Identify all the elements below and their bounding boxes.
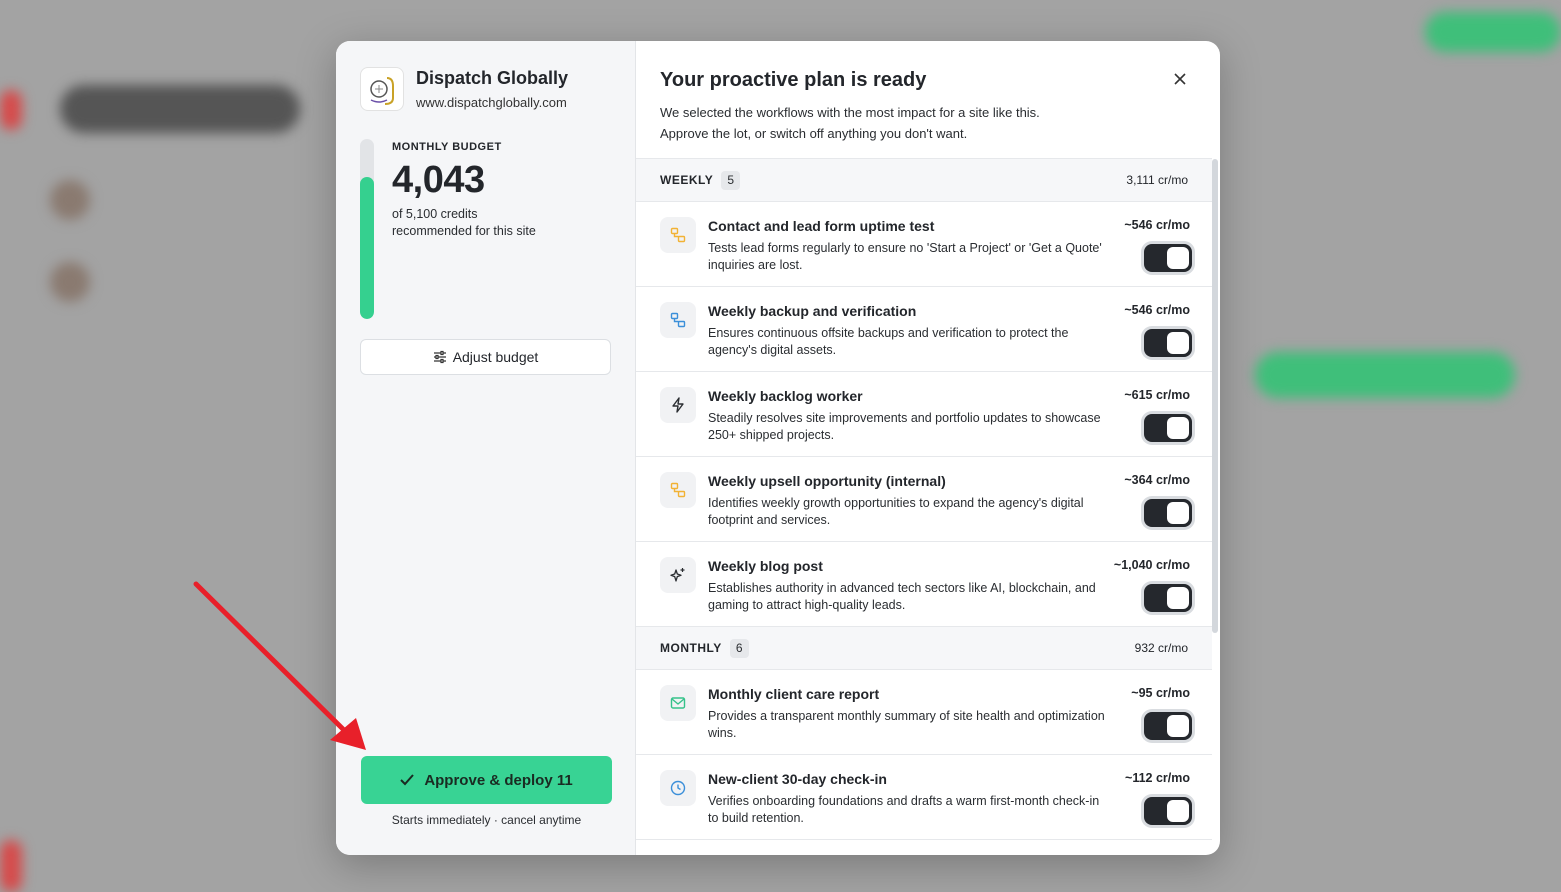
workflow-description: Ensures continuous offsite backups and v… bbox=[708, 326, 1069, 357]
clock-icon bbox=[660, 770, 696, 806]
sparkles-icon bbox=[660, 557, 696, 593]
workflow-description: Provides a transparent monthly summary o… bbox=[708, 709, 1105, 740]
lightning-icon bbox=[660, 387, 696, 423]
plan-subtitle: We selected the workflows with the most … bbox=[660, 105, 1040, 141]
section-total: 3,111 cr/mo bbox=[1126, 173, 1188, 187]
section-count-badge: 6 bbox=[729, 638, 749, 658]
check-icon bbox=[400, 774, 415, 786]
section-title: MONTHLY bbox=[660, 641, 722, 655]
toggle-knob bbox=[1167, 247, 1189, 269]
toggle-knob bbox=[1167, 800, 1189, 822]
workflow-cost: ~546 cr/mo bbox=[1124, 218, 1190, 232]
section-count-badge: 5 bbox=[721, 170, 741, 190]
site-url: www.dispatchglobally.com bbox=[416, 95, 567, 110]
toggle-knob bbox=[1167, 332, 1189, 354]
section-header-monthly: MONTHLY 6 932 cr/mo bbox=[636, 627, 1212, 670]
workflow-description: Steadily resolves site improvements and … bbox=[708, 411, 1101, 442]
budget-recommendation: recommended for this site bbox=[392, 224, 536, 238]
workflow-item: Contact and lead form uptime test Tests … bbox=[636, 202, 1212, 287]
site-header: Dispatch Globally www.dispatchglobally.c… bbox=[360, 67, 611, 111]
workflow-toggle[interactable] bbox=[1144, 414, 1192, 442]
budget-value: 4,043 bbox=[392, 159, 485, 201]
approve-deploy-button[interactable]: Approve & deploy 11 bbox=[361, 756, 612, 804]
section-header-weekly: WEEKLY 5 3,111 cr/mo bbox=[636, 159, 1212, 202]
workflow-icon bbox=[660, 217, 696, 253]
workflow-title: New-client 30-day check-in bbox=[708, 771, 887, 787]
workflow-list[interactable]: WEEKLY 5 3,111 cr/mo Contact and lead fo… bbox=[636, 158, 1212, 855]
budget-label: MONTHLY BUDGET bbox=[392, 141, 502, 153]
workflow-item: Weekly upsell opportunity (internal) Ide… bbox=[636, 457, 1212, 542]
workflow-cost: ~615 cr/mo bbox=[1124, 388, 1190, 402]
site-name: Dispatch Globally bbox=[416, 68, 569, 88]
approve-deploy-label: Approve & deploy 11 bbox=[424, 771, 573, 789]
close-button[interactable] bbox=[1170, 69, 1190, 89]
workflow-title: Weekly upsell opportunity (internal) bbox=[708, 473, 946, 489]
annotation-arrow bbox=[193, 581, 366, 750]
workflow-toggle[interactable] bbox=[1144, 329, 1192, 357]
workflow-title: Monthly client care report bbox=[708, 686, 880, 702]
workflow-item: Weekly backup and verification Ensures c… bbox=[636, 287, 1212, 372]
page-title: Your proactive plan is ready bbox=[660, 69, 927, 91]
left-panel: Dispatch Globally www.dispatchglobally.c… bbox=[336, 41, 636, 855]
workflow-cost: ~95 cr/mo bbox=[1131, 686, 1190, 700]
budget-fill bbox=[360, 176, 374, 319]
workflow-title: Contact and lead form uptime test bbox=[708, 218, 935, 234]
workflow-description: Establishes authority in advanced tech s… bbox=[708, 581, 1096, 612]
workflow-title: Weekly backup and verification bbox=[708, 303, 917, 319]
plan-header: Your proactive plan is ready We selected… bbox=[636, 41, 1220, 162]
workflow-toggle[interactable] bbox=[1144, 712, 1192, 740]
workflow-cost: ~546 cr/mo bbox=[1124, 303, 1190, 317]
workflow-item: Monthly client care report Provides a tr… bbox=[636, 670, 1212, 755]
workflow-item: Weekly backlog worker Steadily resolves … bbox=[636, 372, 1212, 457]
right-panel: Your proactive plan is ready We selected… bbox=[636, 41, 1220, 855]
close-icon bbox=[1174, 73, 1186, 85]
adjust-budget-button[interactable]: Adjust budget bbox=[360, 339, 611, 375]
approve-note: Starts immediately · cancel anytime bbox=[391, 813, 582, 827]
budget-track bbox=[360, 139, 374, 319]
workflow-item: New-client 30-day check-in Verifies onbo… bbox=[636, 755, 1212, 840]
workflow-toggle[interactable] bbox=[1144, 499, 1192, 527]
workflow-cost: ~364 cr/mo bbox=[1124, 473, 1190, 487]
toggle-knob bbox=[1167, 587, 1189, 609]
toggle-knob bbox=[1167, 715, 1189, 737]
budget-of-credits: of 5,100 credits bbox=[392, 207, 478, 221]
site-logo bbox=[360, 67, 404, 111]
budget-meter: MONTHLY BUDGET 4,043 of 5,100 credits re… bbox=[360, 139, 611, 319]
workflow-toggle[interactable] bbox=[1144, 244, 1192, 272]
adjust-budget-label: Adjust budget bbox=[452, 349, 539, 365]
workflow-title: Weekly backlog worker bbox=[708, 388, 863, 404]
toggle-knob bbox=[1167, 502, 1189, 524]
scrollbar[interactable] bbox=[1212, 159, 1218, 633]
workflow-toggle[interactable] bbox=[1144, 797, 1192, 825]
workflow-toggle[interactable] bbox=[1144, 584, 1192, 612]
workflow-description: Identifies weekly growth opportunities t… bbox=[708, 496, 1084, 527]
workflow-description: Tests lead forms regularly to ensure no … bbox=[708, 241, 1102, 272]
section-title: WEEKLY bbox=[660, 173, 714, 187]
sliders-icon bbox=[433, 350, 446, 364]
workflow-title: Weekly blog post bbox=[708, 558, 823, 574]
workflow-description: Verifies onboarding foundations and draf… bbox=[708, 794, 1100, 825]
workflow-cost: ~1,040 cr/mo bbox=[1113, 558, 1190, 572]
section-total: 932 cr/mo bbox=[1134, 641, 1188, 655]
mail-icon bbox=[660, 685, 696, 721]
workflow-item: Weekly blog post Establishes authority i… bbox=[636, 542, 1212, 627]
proactive-plan-modal: Dispatch Globally www.dispatchglobally.c… bbox=[336, 41, 1220, 855]
toggle-knob bbox=[1167, 417, 1189, 439]
workflow-icon bbox=[660, 302, 696, 338]
workflow-cost: ~112 cr/mo bbox=[1125, 771, 1190, 785]
workflow-icon bbox=[660, 472, 696, 508]
